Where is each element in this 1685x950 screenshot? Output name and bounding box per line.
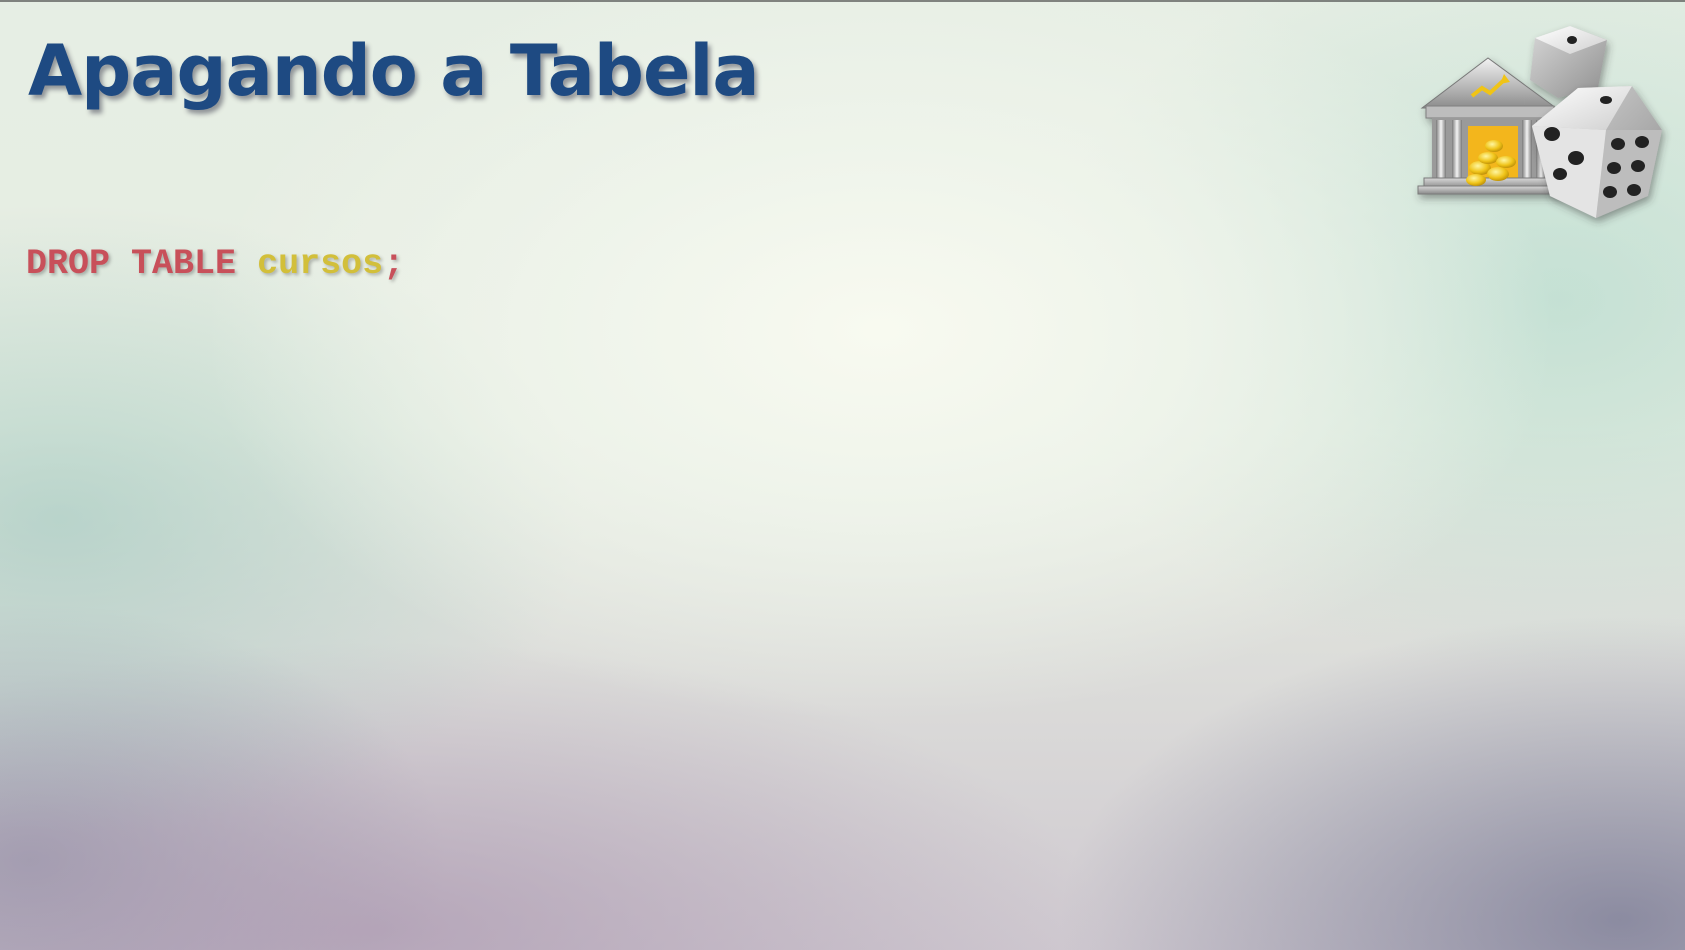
- sql-code-line: DROP TABLE cursos;: [26, 244, 404, 284]
- slide: Apagando a Tabela DROP TABLE cursos;: [0, 0, 1685, 950]
- sql-keyword-table: TABLE: [131, 244, 237, 284]
- top-border: [0, 0, 1685, 2]
- sql-keyword-drop: DROP: [26, 244, 111, 284]
- bank-and-dice-icon: [1417, 26, 1662, 218]
- slide-title: Apagando a Tabela: [28, 30, 760, 112]
- sql-terminator: ;: [383, 244, 405, 284]
- sql-table-name: cursos: [257, 244, 384, 284]
